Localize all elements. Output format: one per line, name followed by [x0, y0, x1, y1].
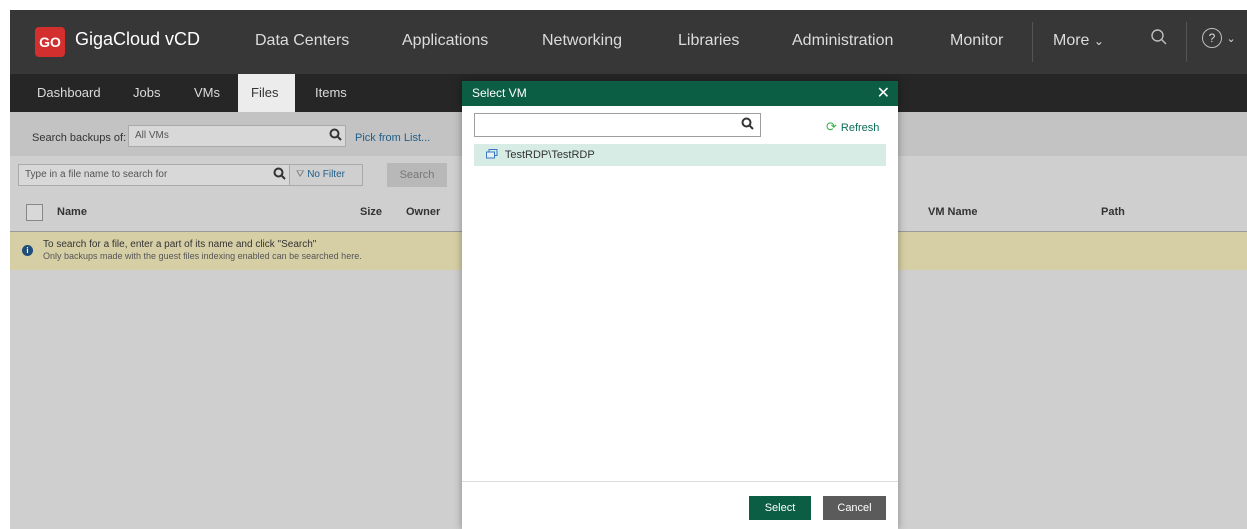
file-search-placeholder: Type in a file name to search for — [25, 169, 168, 180]
nav-libraries[interactable]: Libraries — [678, 32, 739, 50]
nav-monitor[interactable]: Monitor — [950, 32, 1003, 50]
top-nav: GO GigaCloud vCD Data Centers Applicatio… — [10, 10, 1247, 74]
search-icon[interactable] — [1150, 28, 1168, 51]
column-owner[interactable]: Owner — [406, 206, 440, 218]
search-backups-label: Search backups of: — [32, 132, 127, 144]
nav-divider — [1186, 22, 1187, 62]
column-name[interactable]: Name — [57, 206, 87, 218]
file-search-input[interactable]: Type in a file name to search for — [18, 164, 296, 186]
nav-administration[interactable]: Administration — [792, 32, 893, 50]
chevron-down-icon: ⌄ — [1226, 33, 1236, 45]
vm-item-label: TestRDP\TestRDP — [504, 149, 595, 161]
dialog-header: Select VM ✕ — [462, 81, 898, 106]
nav-more-label: More — [1053, 32, 1090, 49]
cancel-button[interactable]: Cancel — [823, 496, 886, 520]
search-button[interactable]: Search — [387, 163, 447, 187]
tab-dashboard[interactable]: Dashboard — [24, 74, 114, 112]
list-item[interactable]: TestRDP\TestRDP — [474, 144, 886, 166]
search-backups-input[interactable]: All VMs — [128, 125, 346, 147]
search-icon[interactable] — [329, 128, 342, 144]
tab-vms[interactable]: VMs — [181, 74, 233, 112]
column-path[interactable]: Path — [1101, 206, 1125, 218]
column-vm-name[interactable]: VM Name — [928, 206, 978, 218]
refresh-label: Refresh — [840, 122, 880, 134]
select-button[interactable]: Select — [749, 496, 811, 520]
app-title[interactable]: GigaCloud vCD — [75, 29, 200, 50]
dialog-footer: Select Cancel — [462, 481, 898, 529]
no-filter-button[interactable]: ⛛ No Filter — [289, 164, 363, 186]
nav-data-centers[interactable]: Data Centers — [255, 32, 349, 50]
info-line-2: Only backups made with the guest files i… — [43, 251, 362, 261]
nav-networking[interactable]: Networking — [542, 32, 622, 50]
tab-items[interactable]: Items — [302, 74, 360, 112]
nav-more[interactable]: More ⌄ — [1053, 32, 1104, 50]
tab-files[interactable]: Files — [238, 74, 295, 112]
column-size[interactable]: Size — [360, 206, 382, 218]
refresh-icon: ⟳ — [826, 119, 837, 134]
select-all-checkbox[interactable] — [26, 204, 43, 221]
search-backups-value: All VMs — [135, 130, 169, 141]
app-frame: GO GigaCloud vCD Data Centers Applicatio… — [10, 10, 1247, 529]
pick-from-list-link[interactable]: Pick from List... — [355, 132, 430, 144]
filter-icon: ⛛ — [296, 169, 305, 180]
select-vm-dialog: Select VM ✕ ⟳ Refresh TestRDP\TestRDP Sel… — [462, 81, 898, 529]
nav-divider — [1032, 22, 1033, 62]
vm-icon — [486, 149, 498, 159]
refresh-button[interactable]: ⟳ Refresh — [826, 119, 879, 135]
vm-search-input[interactable] — [474, 113, 761, 137]
chevron-down-icon: ⌄ — [1093, 34, 1104, 48]
help-menu[interactable]: ? ⌄ — [1202, 28, 1236, 48]
nav-applications[interactable]: Applications — [402, 32, 488, 50]
search-icon[interactable] — [273, 167, 286, 183]
close-icon[interactable]: ✕ — [877, 81, 890, 106]
help-icon: ? — [1202, 28, 1222, 48]
info-line-1: To search for a file, enter a part of it… — [43, 239, 317, 250]
no-filter-label: No Filter — [307, 169, 345, 180]
search-icon[interactable] — [741, 117, 754, 133]
tab-jobs[interactable]: Jobs — [120, 74, 173, 112]
logo[interactable]: GO — [35, 27, 65, 57]
dialog-title: Select VM — [472, 86, 527, 100]
info-icon: i — [22, 245, 33, 256]
